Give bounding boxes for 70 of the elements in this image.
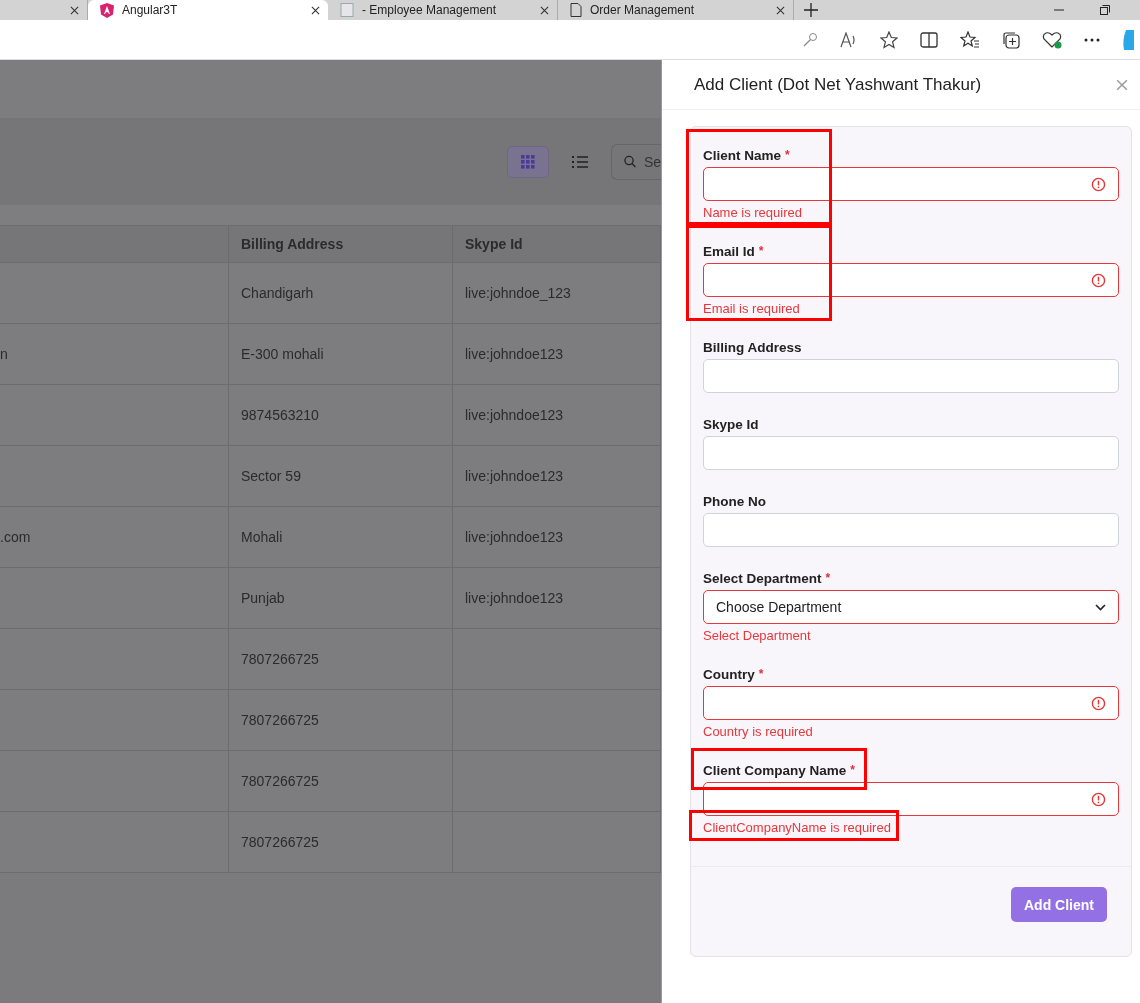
close-icon[interactable] bbox=[311, 5, 320, 15]
star-icon[interactable] bbox=[880, 30, 898, 49]
restore-icon[interactable] bbox=[1100, 5, 1110, 15]
browser-tab[interactable]: Angular3T bbox=[88, 0, 328, 20]
input-field[interactable] bbox=[703, 686, 1119, 720]
input-field[interactable] bbox=[703, 782, 1119, 816]
alert-icon bbox=[1091, 695, 1106, 711]
tab-title: Order Management bbox=[590, 3, 695, 17]
select-value: Choose Department bbox=[716, 599, 842, 615]
list-icon bbox=[572, 154, 588, 169]
input-field[interactable] bbox=[703, 167, 1119, 201]
error-message: Select Department bbox=[703, 628, 811, 643]
table-cell: Sector 59 bbox=[229, 446, 453, 507]
required-mark: * bbox=[850, 763, 855, 777]
read-aloud-icon[interactable] bbox=[840, 31, 858, 48]
grid-icon bbox=[521, 154, 535, 169]
close-icon[interactable] bbox=[776, 5, 785, 15]
label-text: Select Department bbox=[703, 570, 822, 586]
label-text: Email Id bbox=[703, 243, 755, 259]
error-message: ClientCompanyName is required bbox=[703, 820, 891, 835]
favorites-icon[interactable] bbox=[960, 30, 980, 49]
required-mark: * bbox=[825, 571, 831, 585]
table-cell: n bbox=[0, 324, 229, 385]
search-icon bbox=[624, 155, 636, 168]
label-text: Skype Id bbox=[703, 416, 759, 432]
label-text: Client Name bbox=[703, 147, 782, 163]
error-message: Name is required bbox=[703, 205, 802, 220]
health-icon[interactable] bbox=[1042, 30, 1062, 49]
plus-icon[interactable] bbox=[804, 3, 818, 17]
add-client-button[interactable]: Add Client bbox=[1011, 887, 1107, 922]
error-message: Email is required bbox=[703, 301, 800, 316]
input-field[interactable] bbox=[703, 263, 1119, 297]
shield-logo-icon bbox=[100, 2, 114, 18]
alert-icon bbox=[1091, 272, 1106, 288]
column-header: Skype Id bbox=[453, 225, 661, 263]
drawer-title: Add Client (Dot Net Yashwant Thakur) bbox=[694, 74, 982, 95]
close-icon[interactable] bbox=[70, 5, 79, 15]
tab-title: - Employee Management bbox=[362, 3, 497, 17]
label-text: Client Company Name bbox=[703, 762, 847, 778]
label-text: Billing Address bbox=[703, 339, 802, 355]
label-text: Country bbox=[703, 666, 755, 682]
table-cell: Punjab bbox=[229, 568, 453, 629]
tab-title: Angular3T bbox=[122, 3, 178, 17]
table-cell: 7807266725 bbox=[229, 629, 453, 690]
table-cell: 9874563210 bbox=[229, 385, 453, 446]
search-placeholder: Se bbox=[643, 153, 661, 170]
table-cell: 7807266725 bbox=[229, 812, 453, 873]
table-cell: 7807266725 bbox=[229, 751, 453, 812]
label-text: Phone No bbox=[703, 493, 766, 509]
table-cell: 7807266725 bbox=[229, 690, 453, 751]
collections-icon[interactable] bbox=[1002, 30, 1020, 49]
more-icon[interactable] bbox=[1084, 37, 1100, 42]
required-mark: * bbox=[785, 148, 790, 162]
alert-icon bbox=[1091, 176, 1106, 192]
page-icon bbox=[340, 3, 354, 17]
close-icon[interactable] bbox=[540, 5, 549, 15]
table-cell: E-300 mohali bbox=[229, 324, 453, 385]
error-message: Country is required bbox=[703, 724, 813, 739]
column-header: Billing Address bbox=[229, 225, 453, 263]
document-icon bbox=[570, 3, 582, 17]
alert-icon bbox=[1091, 791, 1106, 807]
key-icon[interactable] bbox=[802, 31, 818, 48]
department-select[interactable]: Choose Department bbox=[703, 590, 1119, 624]
chevron-down-icon bbox=[1095, 603, 1106, 611]
required-mark: * bbox=[758, 244, 764, 258]
table-cell: Mohali bbox=[229, 507, 453, 568]
required-mark: * bbox=[758, 667, 764, 681]
table-cell: Chandigarh bbox=[229, 263, 453, 324]
table-cell: .com bbox=[0, 507, 229, 568]
split-screen-icon[interactable] bbox=[920, 31, 938, 48]
